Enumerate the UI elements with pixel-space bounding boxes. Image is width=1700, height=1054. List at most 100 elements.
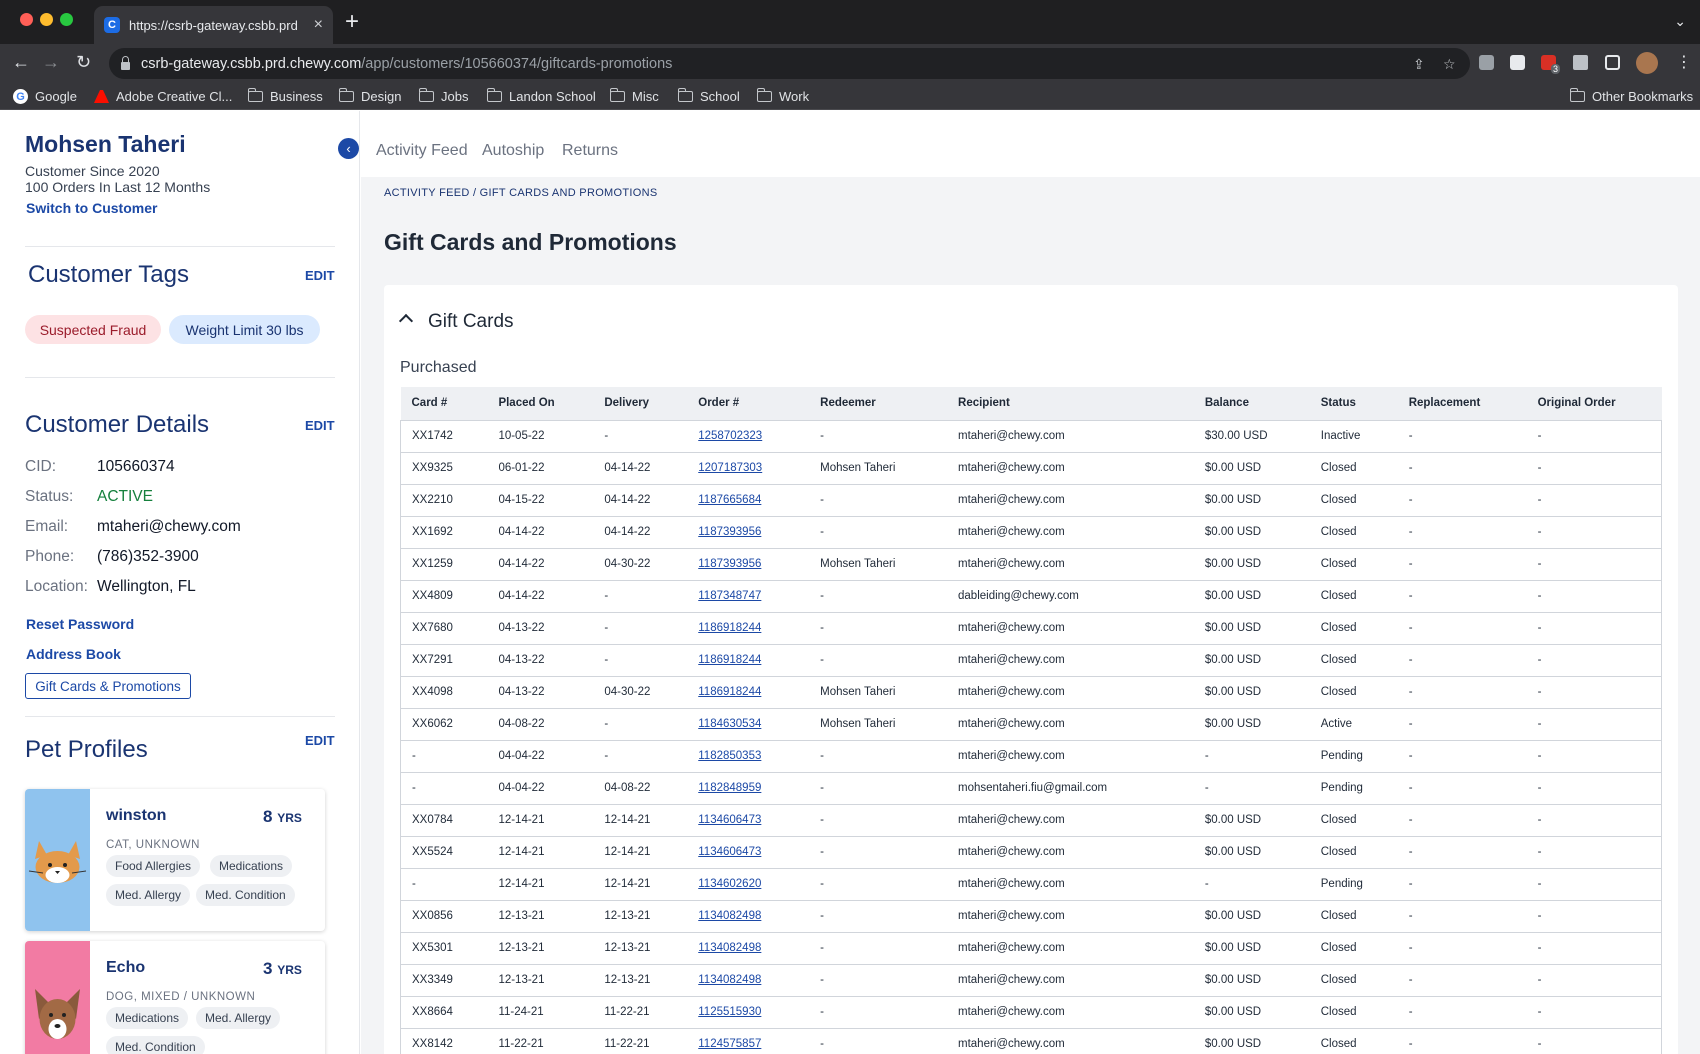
table-cell: - <box>593 740 688 773</box>
order-number-link[interactable]: 1187665684 <box>687 484 810 517</box>
table-cell: $0.00 USD <box>1193 708 1310 741</box>
table-cell: Closed <box>1309 548 1398 581</box>
collapse-sidebar-icon[interactable]: ‹ <box>338 138 359 159</box>
order-number-link[interactable]: 1207187303 <box>687 452 810 485</box>
order-number-link[interactable]: 1186918244 <box>687 676 810 709</box>
share-icon[interactable]: ⇪ <box>1413 56 1425 73</box>
switch-to-customer-link[interactable]: Switch to Customer <box>26 200 157 216</box>
order-number-link[interactable]: 1134082498 <box>687 932 810 965</box>
table-cell: - <box>1397 676 1527 709</box>
table-cell: 04-08-22 <box>593 772 688 805</box>
pet-breed: CAT, UNKNOWN <box>106 839 200 851</box>
table-row: XX1692 04-14-22 04-14-22 1187393956- mtaheri… <box>400 516 1662 549</box>
table-cell: $0.00 USD <box>1193 548 1310 581</box>
bookmark-folder-landon-school[interactable]: Landon School <box>487 88 596 104</box>
table-row: XX1259 04-14-22 04-30-22 1187393956 Mohsen T… <box>400 548 1662 581</box>
table-body: XX1742 10-05-22-1258702323- mtaheri@chewy.… <box>400 419 1662 1054</box>
order-number-link[interactable]: 1187393956 <box>687 516 810 549</box>
nav-returns[interactable]: Returns <box>562 142 618 160</box>
table-cell: - <box>400 740 488 773</box>
table-cell: - <box>1526 804 1662 837</box>
order-number-link[interactable]: 1134082498 <box>687 900 810 933</box>
tab-search-chevron-icon[interactable]: ⌄ <box>1674 13 1686 30</box>
order-number-link[interactable]: 1134602620 <box>687 868 810 901</box>
tab-title: https://csrb-gateway.csbb.prd <box>129 17 298 33</box>
column-header: Placed On <box>487 387 594 420</box>
table-cell: - <box>1526 836 1662 869</box>
gift-cards-section-title[interactable]: Gift Cards <box>428 311 514 333</box>
table-cell: Closed <box>1309 900 1398 933</box>
order-number-link[interactable]: 1186918244 <box>687 612 810 645</box>
bookmark-folder-design[interactable]: Design <box>339 88 401 104</box>
reload-icon[interactable]: ↻ <box>76 52 91 72</box>
tag-weight-limit[interactable]: Weight Limit 30 lbs <box>169 315 320 344</box>
adobe-icon <box>94 90 109 103</box>
table-cell: XX5524 <box>400 836 488 869</box>
browser-tab[interactable]: C https://csrb-gateway.csbb.prd × <box>94 6 333 44</box>
bookmark-folder-business[interactable]: Business <box>248 88 323 104</box>
bookmark-star-icon[interactable]: ☆ <box>1443 56 1456 73</box>
profile-avatar[interactable] <box>1636 52 1658 74</box>
gift-cards-promotions-button[interactable]: Gift Cards & Promotions <box>25 673 191 699</box>
browser-menu-icon[interactable]: ⋮ <box>1676 52 1692 72</box>
minimize-window-icon[interactable] <box>40 13 53 26</box>
table-cell: Closed <box>1309 1028 1398 1054</box>
order-number-link[interactable]: 1186918244 <box>687 644 810 677</box>
order-number-link[interactable]: 1258702323 <box>687 419 810 453</box>
table-cell: XX0856 <box>400 900 488 933</box>
table-row: XX6062 04-08-22-1184630534 Mohsen Taheri mt… <box>400 708 1662 741</box>
table-cell: 04-14-22 <box>593 484 688 517</box>
order-number-link[interactable]: 1182848959 <box>687 772 810 805</box>
maximize-window-icon[interactable] <box>60 13 73 26</box>
column-header: Delivery <box>593 387 688 420</box>
order-number-link[interactable]: 1184630534 <box>687 708 810 741</box>
address-book-link[interactable]: Address Book <box>26 646 121 662</box>
puzzle-extensions-icon[interactable] <box>1573 55 1588 70</box>
nav-autoship[interactable]: Autoship <box>482 142 544 160</box>
pet-card-echo[interactable]: Echo 3 YRS DOG, MIXED / UNKNOWN Medicati… <box>25 941 325 1054</box>
bookmark-folder-jobs[interactable]: Jobs <box>419 88 468 104</box>
camera-extension-icon[interactable] <box>1479 55 1494 70</box>
order-number-link[interactable]: 1134606473 <box>687 836 810 869</box>
table-cell: 12-13-21 <box>593 964 688 997</box>
chevron-up-icon[interactable] <box>398 313 414 329</box>
order-number-link[interactable]: 1125515930 <box>687 996 810 1029</box>
bookmark-folder-school[interactable]: School <box>678 88 740 104</box>
new-tab-icon[interactable]: + <box>345 10 359 34</box>
order-number-link[interactable]: 1124575857 <box>687 1028 810 1054</box>
order-number-link[interactable]: 1134082498 <box>687 964 810 997</box>
table-cell: - <box>1193 740 1310 773</box>
edit-tags-button[interactable]: EDIT <box>305 268 335 283</box>
order-number-link[interactable]: 1187393956 <box>687 548 810 581</box>
table-cell: mtaheri@chewy.com <box>947 932 1194 965</box>
order-number-link[interactable]: 1187348747 <box>687 580 810 613</box>
reset-password-link[interactable]: Reset Password <box>26 616 134 632</box>
bookmark-google[interactable]: G Google <box>13 89 77 104</box>
breadcrumb[interactable]: ACTIVITY FEED / GIFT CARDS AND PROMOTION… <box>384 187 657 199</box>
order-number-link[interactable]: 1134606473 <box>687 804 810 837</box>
forward-arrow-icon[interactable]: → <box>42 52 60 72</box>
address-bar[interactable]: csrb-gateway.csbb.prd.chewy.com/app/cust… <box>109 48 1470 79</box>
table-cell: - <box>1397 484 1527 517</box>
side-panel-icon[interactable] <box>1605 55 1620 70</box>
table-cell: 12-14-21 <box>593 836 688 869</box>
pet-card-winston[interactable]: winston 8 YRS CAT, UNKNOWN Food Allergie… <box>25 789 325 931</box>
back-arrow-icon[interactable]: ← <box>12 52 30 72</box>
bookmark-folder-work[interactable]: Work <box>757 88 809 104</box>
close-tab-icon[interactable]: × <box>314 16 323 34</box>
bookmark-adobe[interactable]: Adobe Creative Cl... <box>94 89 232 104</box>
edit-pets-button[interactable]: EDIT <box>305 733 335 748</box>
close-window-icon[interactable] <box>20 13 33 26</box>
table-cell: 12-14-21 <box>487 804 594 837</box>
x-extension-icon[interactable] <box>1510 55 1525 70</box>
table-cell: - <box>1193 868 1310 901</box>
tag-suspected-fraud[interactable]: Suspected Fraud <box>25 315 161 344</box>
bookmark-folder-other[interactable]: Other Bookmarks <box>1570 88 1693 104</box>
edit-details-button[interactable]: EDIT <box>305 418 335 433</box>
bookmark-folder-misc[interactable]: Misc <box>610 88 659 104</box>
table-row: XX0856 12-13-21 12-13-21 1134082498- mtaheri… <box>400 900 1662 933</box>
table-cell: - <box>1397 964 1527 997</box>
order-number-link[interactable]: 1182850353 <box>687 740 810 773</box>
table-cell: Mohsen Taheri <box>809 452 948 485</box>
nav-activity-feed[interactable]: Activity Feed <box>376 142 468 160</box>
